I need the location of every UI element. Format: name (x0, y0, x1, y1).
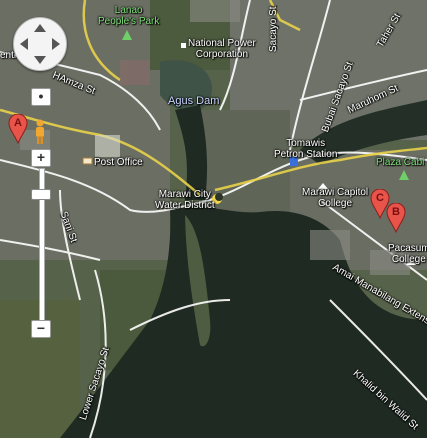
post-office-label[interactable]: Post Office (94, 157, 143, 168)
marker-c[interactable]: C (370, 188, 390, 220)
agus-dam-label[interactable]: Agus Dam (168, 96, 219, 107)
capitol-college-label[interactable]: Marawi Capitol College (302, 187, 368, 209)
map-view[interactable]: Lanao People's Park National Power Corpo… (0, 0, 427, 438)
street-view-pegman[interactable] (33, 119, 47, 145)
reset-view-button[interactable]: • (31, 88, 51, 106)
pan-control[interactable] (13, 17, 67, 71)
dot-icon: • (38, 88, 44, 104)
pan-arrows-icon (20, 24, 60, 64)
national-power-label[interactable]: National Power Corporation (188, 38, 256, 60)
marker-a-letter: A (14, 117, 22, 129)
petron-station-label[interactable]: Tomawis Petron Station (274, 138, 337, 160)
marker-c-letter: C (376, 192, 384, 204)
water-district-label[interactable]: Marawi City Water District (155, 189, 215, 211)
pegman-icon (36, 119, 44, 144)
marker-a[interactable]: A (8, 113, 28, 145)
sacayo-partial-label: Sacayo St (268, 6, 279, 52)
zoom-in-button[interactable]: + (31, 149, 51, 167)
pacasum-college-label[interactable]: Pacasum College (388, 243, 427, 265)
park-label[interactable]: Lanao People's Park (98, 5, 159, 27)
plaza-cabili-label[interactable]: Plaza Cabi (376, 157, 424, 168)
zoom-out-button[interactable]: − (31, 320, 51, 338)
zoom-slider-knob[interactable] (31, 189, 51, 201)
